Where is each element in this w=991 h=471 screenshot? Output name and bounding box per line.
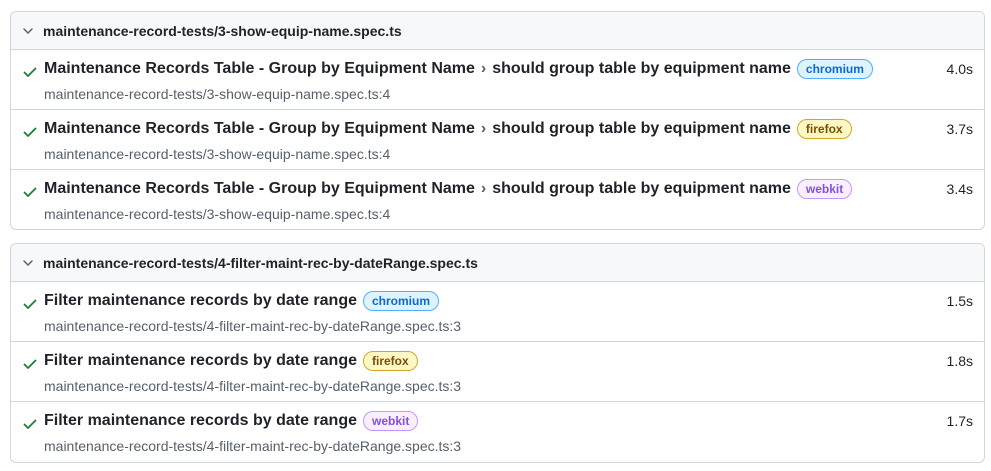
test-title-line: Filter maintenance records by date range… [44, 351, 418, 371]
test-suite: Maintenance Records Table - Group by Equ… [44, 60, 475, 77]
test-row[interactable]: Filter maintenance records by date range… [11, 402, 984, 462]
test-title: should group table by equipment name [492, 180, 791, 197]
test-title: Filter maintenance records by date range [44, 292, 357, 309]
test-title: Filter maintenance records by date range [44, 412, 357, 429]
check-icon [23, 67, 37, 77]
test-duration: 1.5s [946, 293, 973, 309]
project-badge-firefox[interactable]: firefox [363, 351, 418, 371]
file-name: maintenance-record-tests/4-filter-maint-… [43, 254, 478, 271]
file-name: maintenance-record-tests/3-show-equip-na… [43, 22, 402, 39]
title-separator: › [480, 120, 487, 137]
test-file-group: maintenance-record-tests/4-filter-maint-… [10, 243, 985, 463]
test-title-line: Maintenance Records Table - Group by Equ… [44, 119, 852, 139]
chevron-down-icon[interactable] [22, 257, 34, 269]
test-title: should group table by equipment name [492, 120, 791, 137]
test-title: should group table by equipment name [492, 60, 791, 77]
project-badge-webkit[interactable]: webkit [363, 411, 419, 431]
test-title-line: Maintenance Records Table - Group by Equ… [44, 179, 853, 199]
test-location: maintenance-record-tests/3-show-equip-na… [44, 206, 391, 222]
check-icon [23, 187, 37, 197]
file-header[interactable]: maintenance-record-tests/4-filter-maint-… [11, 244, 984, 282]
project-badge-webkit[interactable]: webkit [796, 179, 853, 199]
check-icon [23, 359, 37, 369]
check-icon [23, 127, 37, 137]
test-location: maintenance-record-tests/3-show-equip-na… [44, 146, 391, 162]
test-duration: 3.4s [946, 181, 973, 197]
project-badge-chromium[interactable]: chromium [363, 291, 440, 311]
test-location: maintenance-record-tests/4-filter-maint-… [44, 438, 462, 454]
title-separator: › [480, 180, 487, 197]
test-title-line: Filter maintenance records by date range… [44, 411, 419, 431]
project-badge-firefox[interactable]: firefox [796, 119, 852, 139]
test-duration: 1.8s [946, 353, 973, 369]
test-location: maintenance-record-tests/3-show-equip-na… [44, 86, 391, 102]
test-row[interactable]: Filter maintenance records by date range… [11, 282, 984, 342]
test-suite: Maintenance Records Table - Group by Equ… [44, 180, 475, 197]
test-location: maintenance-record-tests/4-filter-maint-… [44, 378, 462, 394]
test-row[interactable]: Filter maintenance records by date range… [11, 342, 984, 402]
test-title-line: Filter maintenance records by date range… [44, 291, 440, 311]
test-row[interactable]: Maintenance Records Table - Group by Equ… [11, 110, 984, 170]
test-title-line: Maintenance Records Table - Group by Equ… [44, 59, 873, 79]
test-duration: 4.0s [946, 61, 973, 77]
test-row[interactable]: Maintenance Records Table - Group by Equ… [11, 170, 984, 229]
test-duration: 1.7s [946, 413, 973, 429]
test-title: Filter maintenance records by date range [44, 352, 357, 369]
chevron-down-icon[interactable] [22, 25, 34, 37]
test-row[interactable]: Maintenance Records Table - Group by Equ… [11, 50, 984, 110]
project-badge-chromium[interactable]: chromium [796, 59, 873, 79]
test-file-group: maintenance-record-tests/3-show-equip-na… [10, 11, 985, 230]
title-separator: › [480, 60, 487, 77]
check-icon [23, 299, 37, 309]
file-header[interactable]: maintenance-record-tests/3-show-equip-na… [11, 12, 984, 50]
test-location: maintenance-record-tests/4-filter-maint-… [44, 318, 462, 334]
test-duration: 3.7s [946, 121, 973, 137]
check-icon [23, 419, 37, 429]
test-suite: Maintenance Records Table - Group by Equ… [44, 120, 475, 137]
